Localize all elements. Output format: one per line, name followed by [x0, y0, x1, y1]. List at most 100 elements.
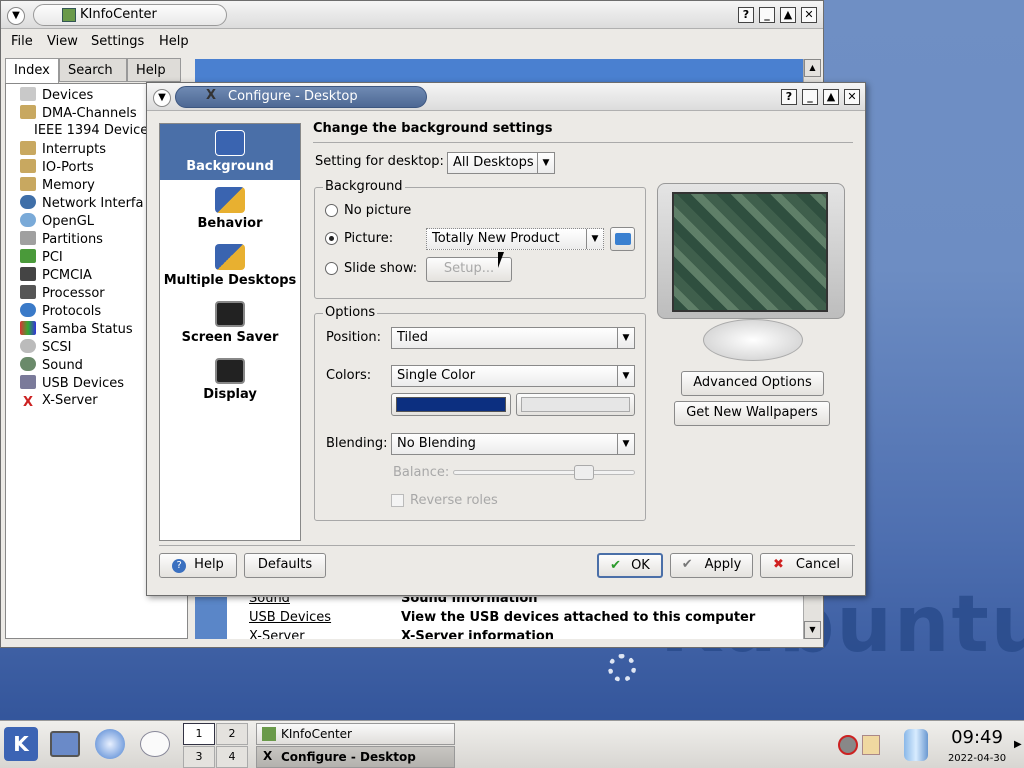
primary-color-button[interactable]: [391, 393, 511, 416]
network-status-icon[interactable]: [838, 735, 858, 755]
category-behavior[interactable]: Behavior: [160, 181, 300, 237]
help-icon[interactable]: ?: [781, 89, 797, 105]
table-side-strip: [195, 597, 227, 639]
maximize-icon[interactable]: ▲: [823, 89, 839, 105]
task-configure-desktop[interactable]: X Configure - Desktop: [256, 746, 455, 768]
tree-item[interactable]: Protocols: [20, 303, 101, 321]
menu-help[interactable]: Help: [159, 34, 189, 49]
pcmcia-icon: [20, 267, 36, 281]
cancel-button[interactable]: ✖ Cancel: [760, 553, 853, 578]
opengl-icon: [20, 213, 36, 227]
table-row[interactable]: X-Server X-Server information: [249, 629, 789, 639]
tree-item[interactable]: Memory: [20, 177, 95, 195]
menu-settings[interactable]: Settings: [91, 34, 144, 49]
tree-item[interactable]: Network Interfa: [20, 195, 143, 213]
browser-icon[interactable]: [95, 729, 125, 759]
tab-search[interactable]: Search: [59, 58, 127, 82]
advanced-options-button[interactable]: Advanced Options: [681, 371, 824, 396]
menu-file[interactable]: File: [11, 34, 33, 49]
cancel-x-icon: ✖: [773, 557, 784, 572]
minimize-icon[interactable]: _: [759, 7, 775, 23]
close-icon[interactable]: ✕: [801, 7, 817, 23]
gear-icon: [608, 654, 636, 682]
partition-icon: [20, 231, 36, 245]
slider-handle[interactable]: [574, 465, 594, 480]
apply-button[interactable]: ✔ Apply: [670, 553, 753, 578]
table-row[interactable]: USB Devices View the USB devices attache…: [249, 610, 789, 628]
tree-item[interactable]: Samba Status: [20, 321, 133, 339]
setting-for-combo[interactable]: All Desktops ▼: [447, 152, 555, 174]
minimize-icon[interactable]: _: [802, 89, 818, 105]
pager-desktop-1[interactable]: 1: [183, 723, 215, 745]
close-icon[interactable]: ✕: [844, 89, 860, 105]
picture-label[interactable]: Picture:: [344, 231, 393, 246]
help-icon[interactable]: ?: [738, 7, 754, 23]
dialog-titlebar[interactable]: ▼ X Configure - Desktop ? _ ▲ ✕: [147, 83, 865, 111]
position-combo[interactable]: Tiled ▼: [391, 327, 635, 349]
slide-show-radio[interactable]: [325, 262, 338, 275]
defaults-button[interactable]: Defaults: [244, 553, 326, 578]
tree-item[interactable]: DMA-Channels: [20, 105, 137, 123]
tree-item[interactable]: SCSI: [20, 339, 71, 357]
pager-desktop-2[interactable]: 2: [216, 723, 248, 745]
clock-time[interactable]: 09:49: [942, 727, 1012, 748]
tree-item[interactable]: PCMCIA: [20, 267, 92, 285]
category-screen-saver[interactable]: Screen Saver: [160, 295, 300, 351]
colors-combo[interactable]: Single Color ▼: [391, 365, 635, 387]
kinfocenter-titlebar[interactable]: ▼ KInfoCenter ? _ ▲ ✕: [1, 1, 823, 29]
tree-item[interactable]: Sound: [20, 357, 83, 375]
no-picture-label[interactable]: No picture: [344, 203, 411, 218]
no-picture-radio[interactable]: [325, 204, 338, 217]
tree-item[interactable]: X X-Server: [20, 393, 98, 411]
mail-icon[interactable]: [140, 731, 170, 757]
chevron-down-icon: ▼: [617, 366, 634, 386]
window-menu-icon[interactable]: ▼: [7, 7, 25, 25]
tree-item[interactable]: Interrupts: [20, 141, 106, 159]
blending-combo[interactable]: No Blending ▼: [391, 433, 635, 455]
slide-show-label[interactable]: Slide show:: [344, 261, 417, 276]
table-row[interactable]: Sound Sound information: [249, 597, 789, 609]
tree-item[interactable]: Partitions: [20, 231, 103, 249]
ok-button[interactable]: ✔ OK: [597, 553, 663, 578]
help-button[interactable]: ? Help: [159, 553, 237, 578]
browse-picture-button[interactable]: [610, 227, 635, 251]
reverse-roles-checkbox[interactable]: [391, 494, 404, 507]
picture-radio[interactable]: [325, 232, 338, 245]
update-notifier-icon[interactable]: [862, 735, 880, 755]
window-menu-icon[interactable]: ▼: [153, 89, 171, 107]
tree-item[interactable]: Processor: [20, 285, 105, 303]
tree-item[interactable]: USB Devices: [20, 375, 124, 393]
maximize-icon[interactable]: ▲: [780, 7, 796, 23]
pager-desktop-4[interactable]: 4: [216, 746, 248, 768]
menu-view[interactable]: View: [47, 34, 78, 49]
sound-icon: [20, 357, 36, 371]
category-display[interactable]: Display: [160, 352, 300, 408]
scroll-down-icon[interactable]: ▼: [804, 621, 821, 639]
tree-item[interactable]: IO-Ports: [20, 159, 94, 177]
get-new-wallpapers-button[interactable]: Get New Wallpapers: [674, 401, 830, 426]
picture-combo[interactable]: Totally New Product ▼: [426, 228, 604, 250]
tree-item[interactable]: PCI: [20, 249, 63, 267]
help-icon: ?: [172, 559, 187, 573]
balance-slider[interactable]: [453, 465, 635, 480]
tree-item[interactable]: Devices: [20, 87, 93, 105]
header-divider: [313, 142, 853, 143]
kmenu-button[interactable]: K: [4, 727, 38, 761]
category-multiple-desktops[interactable]: Multiple Desktops: [160, 238, 300, 294]
devices-icon: [20, 87, 36, 101]
panel-arrow-icon[interactable]: ▶: [1014, 739, 1022, 750]
task-kinfocenter[interactable]: KInfoCenter: [256, 723, 455, 745]
scroll-up-icon[interactable]: ▲: [804, 59, 821, 77]
category-background[interactable]: Background: [160, 124, 300, 180]
taskbar: K 1 2 3 4 KInfoCenter X Configure - Desk…: [0, 720, 1024, 768]
secondary-color-button[interactable]: [516, 393, 635, 416]
kinfocenter-task-icon: [262, 727, 276, 741]
clock-date[interactable]: 2022-04-30: [942, 753, 1012, 764]
desktop-icon[interactable]: [50, 731, 80, 757]
trash-icon[interactable]: [904, 729, 928, 761]
pager-desktop-3[interactable]: 3: [183, 746, 215, 768]
tree-item[interactable]: OpenGL: [20, 213, 94, 231]
tree-item[interactable]: IEEE 1394 Devices: [34, 123, 155, 141]
tab-index[interactable]: Index: [5, 58, 59, 84]
tab-help[interactable]: Help: [127, 58, 181, 82]
